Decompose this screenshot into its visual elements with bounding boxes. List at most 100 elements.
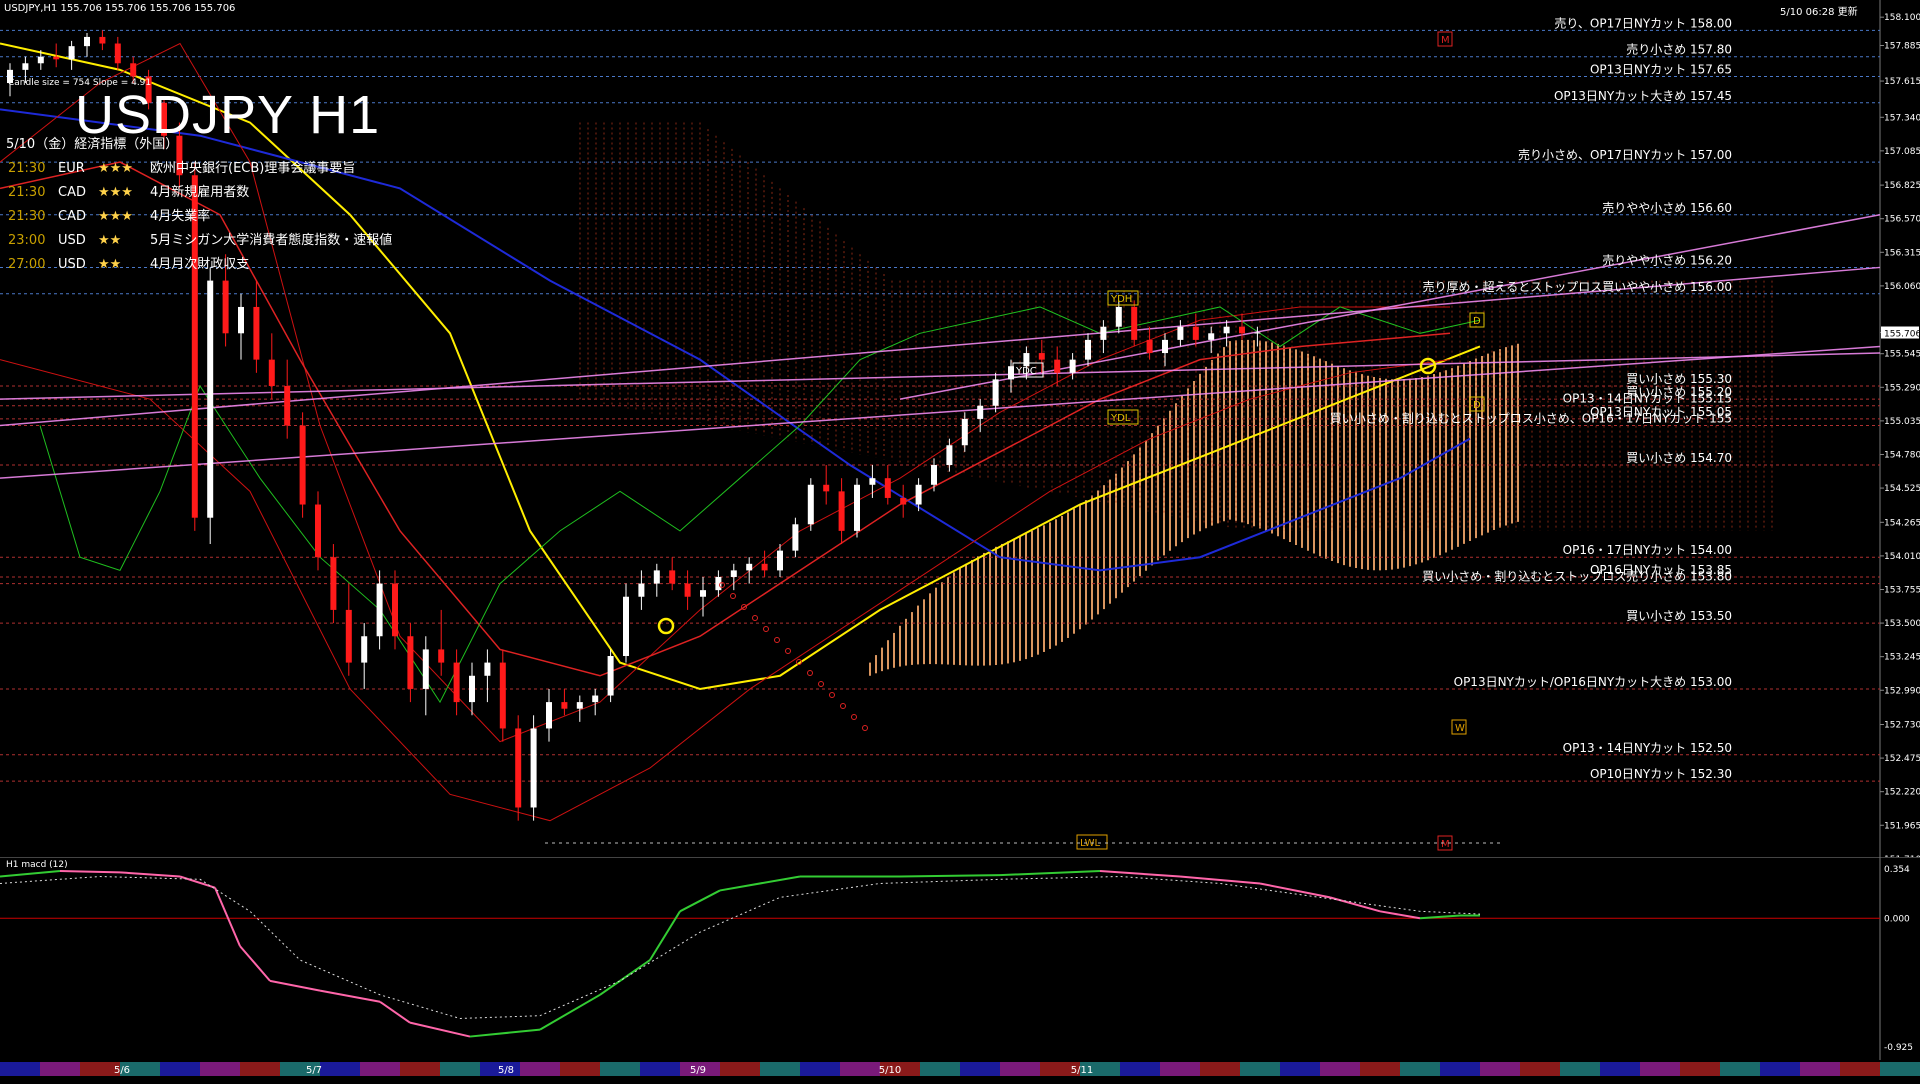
macd-label: H1 macd (12) (6, 860, 68, 870)
macd-tick-label: 0.000 (1884, 914, 1910, 924)
macd-segment (899, 874, 1001, 878)
time-segment (800, 1062, 840, 1076)
candle-bear (407, 636, 414, 689)
candle-bear (900, 497, 907, 505)
macd-segment (539, 993, 601, 1031)
event-time: 21:30 (8, 161, 46, 176)
time-segment (560, 1062, 600, 1076)
price-tick-label: 152.730 (1884, 721, 1920, 731)
ydh-marker: YDH (1110, 294, 1132, 305)
price-tick-label: 158.100 (1884, 13, 1920, 23)
macd-segment (214, 887, 241, 947)
last-price-label: 155.706 (1884, 330, 1920, 340)
m-marker-bottom: M (1441, 839, 1450, 850)
order-level-label: 売り小さめ、OP17日NYカット 157.00 (1518, 147, 1732, 162)
candle-bull (484, 662, 491, 676)
time-segment (1600, 1062, 1640, 1076)
time-segment (240, 1062, 280, 1076)
candle-bull (1162, 339, 1168, 354)
d-marker-bottom: D (1473, 400, 1481, 411)
time-segment (1640, 1062, 1680, 1076)
macd-lines (0, 869, 1880, 1038)
macd-segment (599, 959, 651, 996)
time-segment (40, 1062, 80, 1076)
time-segment (720, 1062, 760, 1076)
macd-segment (1329, 896, 1381, 913)
time-segment (1760, 1062, 1800, 1076)
candle-bull (807, 484, 814, 525)
event-time: 23:00 (8, 233, 46, 248)
order-level-label: OP13日NYカット/OP16日NYカット大きめ 153.00 (1454, 675, 1732, 689)
time-segment (400, 1062, 440, 1076)
order-level-label: 売りやや小さめ 156.60 (1602, 200, 1732, 215)
macd-segment (1179, 875, 1261, 885)
time-segment (1800, 1062, 1840, 1076)
order-level-label: OP13・14日NYカット 152.50 (1563, 741, 1732, 755)
candle-bull (730, 570, 737, 577)
candle-bull (961, 418, 968, 446)
candle-bear (761, 563, 768, 571)
order-level-label: 買い小さめ・割り込むとストップロス売り小さめ 153.80 (1422, 569, 1732, 584)
event-name: 4月失業率 (150, 209, 211, 224)
candle-bull (854, 484, 860, 531)
event-importance: ★★★ (98, 209, 133, 224)
candle-bull (422, 649, 429, 689)
calendar-event-row: 21:30 CAD ★★★ 4月失業率 (8, 205, 210, 224)
time-segment (1480, 1062, 1520, 1076)
time-segment (640, 1062, 680, 1076)
order-level-label: OP16・17日NYカット 154.00 (1563, 543, 1732, 557)
m-marker-top: M (1441, 35, 1450, 46)
price-tick-label: 157.885 (1884, 41, 1920, 51)
time-segment (1320, 1062, 1360, 1076)
order-level-label: 売り小さめ 157.80 (1626, 42, 1732, 57)
event-currency: USD (58, 257, 86, 272)
macd-segment (409, 1021, 471, 1038)
macd-signal-line (0, 876, 1481, 1019)
candle-bear (392, 583, 398, 637)
time-segment (160, 1062, 200, 1076)
candle-bear (345, 609, 352, 663)
price-tick-label: 154.010 (1884, 552, 1920, 562)
candle-bear (515, 728, 522, 808)
ydl-marker: YDL (1110, 413, 1131, 424)
candle-bear (438, 649, 445, 663)
macd-segment (999, 869, 1101, 877)
price-tick-label: 155.290 (1884, 383, 1920, 393)
candle-bear (53, 56, 60, 60)
time-segment (360, 1062, 400, 1076)
candle-bear (684, 583, 691, 597)
event-importance: ★★★ (98, 161, 133, 176)
time-segment (1880, 1062, 1920, 1076)
time-segment (0, 1062, 40, 1076)
macd-segment (269, 979, 321, 992)
candle-bear (1131, 306, 1138, 340)
time-label: 5/11 (1071, 1065, 1093, 1076)
event-time: 21:30 (8, 185, 46, 200)
candle-bull (546, 702, 552, 729)
calendar-event-row: 23:00 USD ★★ 5月ミシガン大学消費者態度指数・速報値 (8, 229, 392, 248)
order-level-label: OP13日NYカット 157.65 (1590, 62, 1732, 76)
time-segment (760, 1062, 800, 1076)
candle-bull (623, 596, 629, 657)
macd-svg[interactable]: 0.354 0.000 -0.925 (0, 856, 1920, 1060)
candle-bull (946, 445, 953, 466)
event-importance: ★★ (98, 257, 122, 272)
time-segment (1840, 1062, 1880, 1076)
candle-bull (576, 702, 583, 709)
price-tick-label: 152.220 (1884, 788, 1920, 798)
candle-bear (222, 280, 229, 334)
time-segment (1200, 1062, 1240, 1076)
price-tick-label: 157.615 (1884, 77, 1920, 87)
macd-panel[interactable]: 0.354 0.000 -0.925 (0, 856, 1920, 1060)
price-tick-label: 156.315 (1884, 248, 1920, 258)
price-axis-labels: 158.100 157.885 157.615 157.340 157.085 156.8… (1880, 13, 1920, 865)
candle-bull (1254, 332, 1261, 334)
candle-bear (884, 478, 891, 498)
order-level-label: OP13日NYカット大きめ 157.45 (1554, 89, 1732, 103)
candle-bear (1054, 359, 1061, 373)
price-tick-label: 156.060 (1884, 282, 1920, 292)
price-tick-label: 152.990 (1884, 686, 1920, 696)
candle-bear (669, 570, 676, 584)
candle-bull (931, 465, 937, 485)
macd-tick-label: 0.354 (1884, 865, 1910, 875)
